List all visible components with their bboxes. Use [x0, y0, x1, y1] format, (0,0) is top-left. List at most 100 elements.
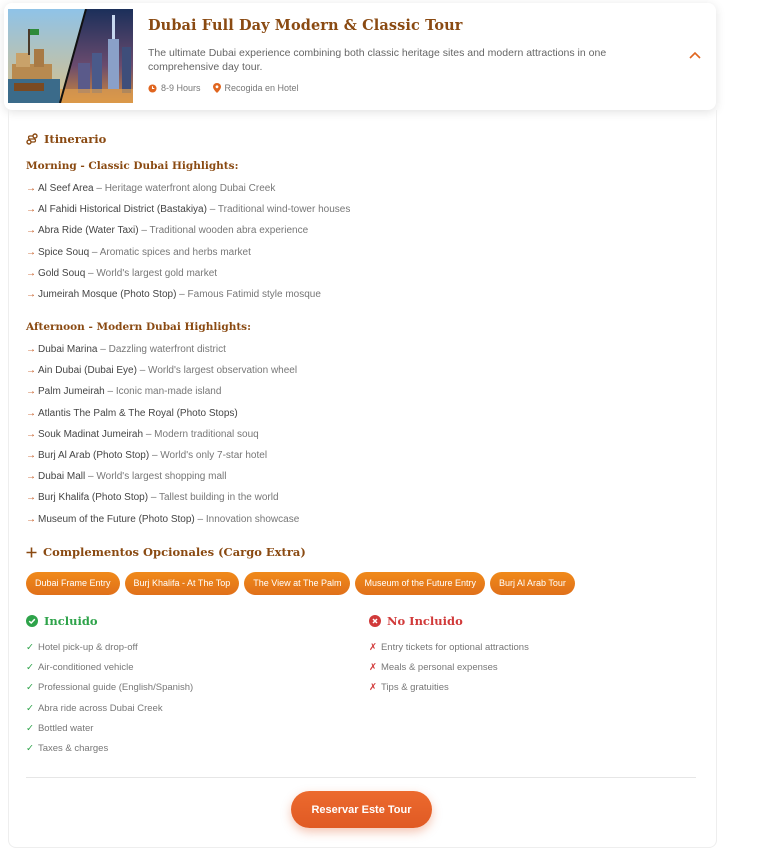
check-icon: ✓ — [26, 702, 34, 714]
itinerary-item-desc: – World's only 7-star hotel — [149, 449, 268, 461]
itinerary-item: → Burj Al Arab (Photo Stop) – World's onl… — [26, 449, 299, 470]
itinerary-item-desc: – Modern traditional souq — [143, 428, 259, 440]
itinerary-item: → Ain Dubai (Dubai Eye) – World's largest… — [26, 364, 299, 385]
itinerary-item-name: Jumeirah Mosque (Photo Stop) — [38, 288, 177, 300]
item-text: Air-conditioned vehicle — [37, 662, 134, 674]
item-text: Professional guide (English/Spanish) — [37, 682, 194, 694]
arrow-right-icon: → — [26, 183, 36, 194]
map-pin-icon — [212, 83, 221, 93]
tour-description: The ultimate Dubai experience combining … — [148, 47, 607, 73]
itinerary-item-desc: – Tallest building in the world — [148, 492, 279, 504]
itinerary-heading-text: Itinerario — [44, 132, 107, 146]
included-item: ✓ Hotel pick-up & drop-off — [26, 641, 193, 661]
itinerary-item-name: Burj Khalifa (Photo Stop) — [38, 492, 149, 504]
itinerary-item: → Gold Souq – World's largest gold market — [26, 267, 350, 288]
tour-title: Dubai Full Day Modern & Classic Tour — [148, 17, 463, 34]
itinerary-item-name: Al Seef Area — [38, 183, 94, 194]
arrow-right-icon: → — [26, 513, 36, 525]
itinerary-item: → Abra Ride (Water Taxi) – Traditional wo… — [26, 224, 350, 245]
itinerary-item-name: Al Fahidi Historical District (Bastakiya… — [38, 204, 207, 216]
itinerary-item-name: Palm Jumeirah — [38, 386, 105, 398]
item-text: Tips & gratuities — [380, 682, 449, 694]
included-item: ✓ Taxes & charges — [26, 742, 193, 762]
x-circle-icon — [369, 615, 381, 627]
tour-thumbnail — [8, 9, 133, 103]
itinerary-item-name: Dubai Marina — [38, 344, 98, 355]
itinerary-item-desc: – World's largest gold market — [85, 267, 218, 279]
tour-header-card[interactable]: Dubai Full Day Modern & Classic Tour The… — [4, 3, 716, 110]
check-icon: ✓ — [26, 662, 34, 674]
afternoon-title: Afternoon - Modern Dubai Highlights: — [26, 321, 251, 333]
itinerary-item: → Souk Madinat Jumeirah – Modern traditio… — [26, 428, 299, 449]
itinerary-item-desc: – Traditional wooden abra experience — [138, 225, 309, 237]
itinerary-item-desc: – Traditional wind-tower houses — [206, 204, 351, 216]
duration-text: 8-9 Hours — [161, 83, 201, 93]
itinerary-item: → Jumeirah Mosque (Photo Stop) – Famous F… — [26, 288, 350, 309]
included-item: ✓ Professional guide (English/Spanish) — [26, 681, 193, 701]
extra-tag[interactable]: Burj Khalifa - At The Top — [124, 572, 240, 595]
duration-meta: 8-9 Hours — [148, 83, 201, 93]
chevron-up-icon[interactable] — [688, 49, 702, 63]
cross-icon: ✗ — [369, 682, 377, 694]
included-item: ✓ Bottled water — [26, 722, 193, 742]
included-list: ✓ Hotel pick-up & drop-off ✓ Air-conditione… — [26, 641, 193, 762]
itinerary-item: → Palm Jumeirah – Iconic man-made island — [26, 385, 299, 406]
check-icon: ✓ — [26, 722, 34, 734]
itinerary-item: → Dubai Mall – World's largest shopping m… — [26, 470, 299, 491]
plus-icon — [26, 547, 37, 557]
extra-tag[interactable]: Dubai Frame Entry — [26, 572, 120, 595]
pickup-text: Recogida en Hotel — [224, 83, 299, 93]
included-item: ✓ Air-conditioned vehicle — [26, 661, 193, 681]
book-tour-button[interactable]: Reservar Este Tour — [291, 791, 432, 828]
check-icon: ✓ — [26, 642, 34, 653]
itinerary-item-name: Spice Souq — [38, 246, 90, 258]
included-item: ✓ Abra ride across Dubai Creek — [26, 702, 193, 722]
cross-icon: ✗ — [369, 642, 377, 653]
itinerary-item-name: Gold Souq — [38, 267, 86, 279]
itinerary-item-name: Burj Al Arab (Photo Stop) — [38, 449, 150, 461]
arrow-right-icon: → — [26, 288, 36, 300]
cross-icon: ✗ — [369, 662, 377, 674]
arrow-right-icon: → — [26, 407, 36, 419]
extra-tag[interactable]: Burj Al Arab Tour — [490, 572, 575, 595]
arrow-right-icon: → — [26, 365, 36, 377]
route-icon — [26, 133, 38, 145]
arrow-right-icon: → — [26, 225, 36, 237]
itinerary-item-desc: – Heritage waterfront along Dubai Creek — [93, 183, 276, 194]
arrow-right-icon: → — [26, 386, 36, 398]
divider — [26, 777, 696, 778]
itinerary-item-name: Ain Dubai (Dubai Eye) — [38, 365, 137, 377]
arrow-right-icon: → — [26, 344, 36, 355]
itinerary-item: → Museum of the Future (Photo Stop) – Inn… — [26, 513, 299, 534]
morning-list: → Al Seef Area – Heritage waterfront alon… — [26, 182, 350, 309]
pickup-meta: Recogida en Hotel — [212, 83, 299, 93]
arrow-right-icon: → — [26, 471, 36, 483]
item-text: Abra ride across Dubai Creek — [37, 702, 163, 714]
morning-title: Morning - Classic Dubai Highlights: — [26, 160, 239, 172]
not-included-list: ✗ Entry tickets for optional attractions ✗… — [369, 641, 529, 702]
not-included-item: ✗ Entry tickets for optional attractions — [369, 641, 529, 661]
arrow-right-icon: → — [26, 492, 36, 504]
afternoon-list: → Dubai Marina – Dazzling waterfront dist… — [26, 343, 299, 534]
item-text: Entry tickets for optional attractions — [380, 642, 529, 653]
extras-heading: Complementos Opcionales (Cargo Extra) — [26, 545, 306, 559]
itinerary-item: → Burj Khalifa (Photo Stop) – Tallest bui… — [26, 491, 299, 512]
extra-tag[interactable]: The View at The Palm — [244, 572, 351, 595]
not-included-heading-text: No Incluido — [387, 614, 463, 628]
extra-tag[interactable]: Museum of the Future Entry — [355, 572, 486, 595]
arrow-right-icon: → — [26, 267, 36, 279]
itinerary-item-name: Museum of the Future (Photo Stop) — [38, 513, 195, 525]
itinerary-item-name: Dubai Mall — [38, 471, 86, 483]
itinerary-item-desc: – Innovation showcase — [194, 513, 300, 525]
not-included-item: ✗ Tips & gratuities — [369, 681, 529, 701]
included-heading-text: Incluido — [44, 614, 98, 628]
not-included-heading: No Incluido — [369, 614, 463, 628]
itinerary-item-name: Souk Madinat Jumeirah — [38, 428, 144, 440]
arrow-right-icon: → — [26, 204, 36, 216]
item-text: Hotel pick-up & drop-off — [37, 642, 138, 653]
item-text: Bottled water — [37, 722, 94, 734]
itinerary-item: → Al Seef Area – Heritage waterfront alon… — [26, 182, 350, 203]
itinerary-item-desc: – Iconic man-made island — [104, 386, 222, 398]
itinerary-item: → Atlantis The Palm & The Royal (Photo St… — [26, 407, 299, 428]
item-text: Taxes & charges — [37, 742, 109, 754]
